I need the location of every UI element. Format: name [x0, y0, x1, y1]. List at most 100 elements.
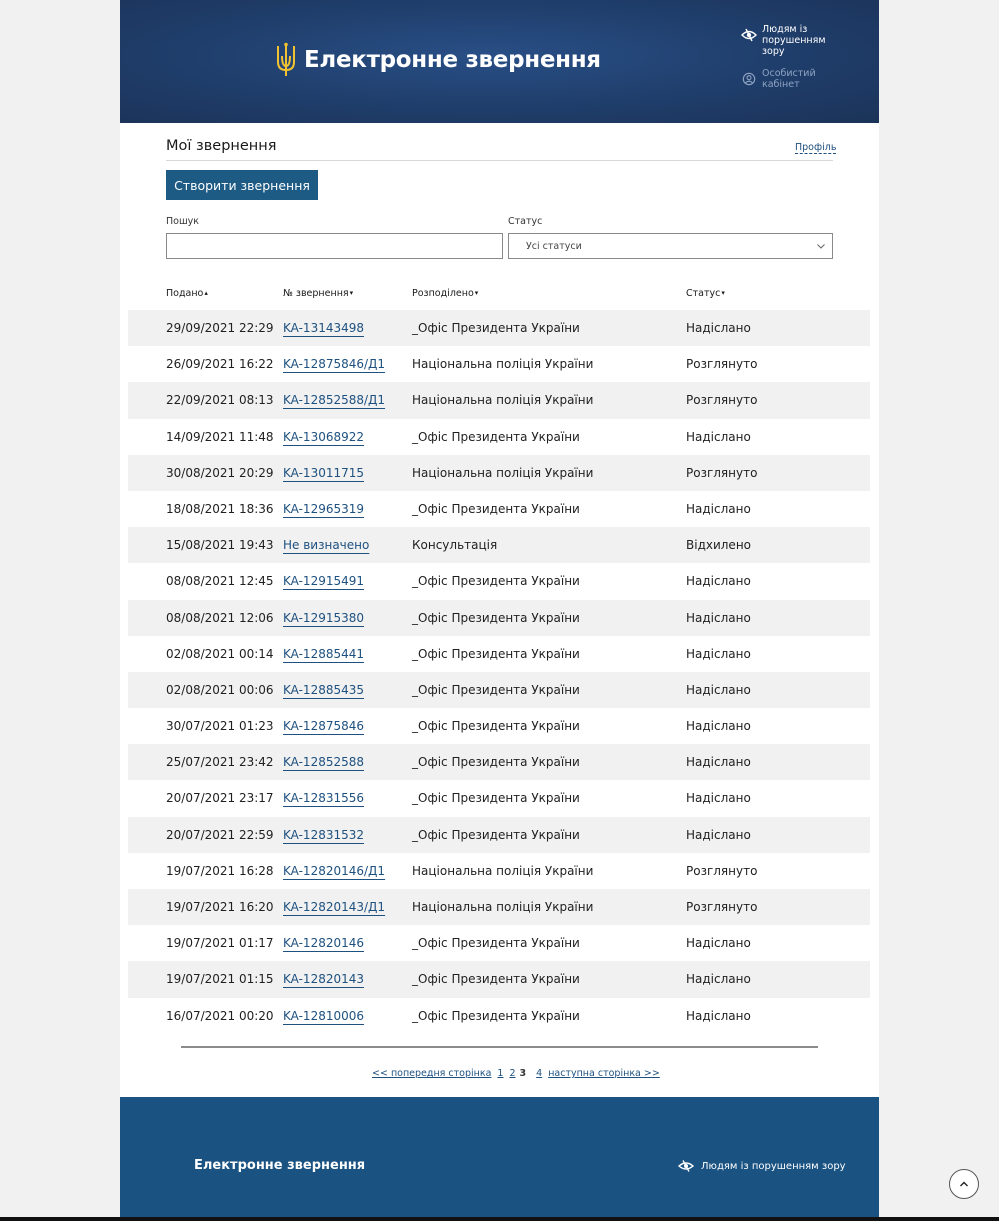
- submitted-date: 14/09/2021 11:48: [166, 429, 274, 444]
- appeal-status: Надіслано: [686, 936, 751, 951]
- table-row: 19/07/2021 16:20 KA-12820143/Д1 Національн…: [128, 889, 870, 926]
- assigned-organization: Консультація: [412, 538, 498, 553]
- assigned-organization: Національна поліція України: [412, 357, 594, 372]
- appeal-status: Надіслано: [686, 501, 751, 516]
- sort-up-icon: ▴: [204, 289, 208, 297]
- submitted-date: 30/08/2021 20:29: [166, 465, 274, 480]
- appeal-number-link[interactable]: KA-12852588/Д1: [283, 382, 385, 418]
- appeal-number-link[interactable]: KA-12885435: [283, 672, 364, 708]
- submitted-date: 20/07/2021 23:17: [166, 791, 274, 806]
- status-select[interactable]: Усі статуси: [508, 233, 833, 259]
- appeal-status: Відхилено: [686, 538, 752, 553]
- assigned-organization: _Офіс Президента України: [412, 574, 580, 589]
- submitted-date: 08/08/2021 12:45: [166, 574, 274, 589]
- appeal-number-link[interactable]: KA-12831556: [283, 780, 364, 816]
- page-title: Мої звернення: [166, 138, 277, 154]
- table-row: 30/07/2021 01:23 KA-12875846 _Офіс Президе…: [128, 708, 870, 744]
- column-header-label: Статус: [686, 288, 721, 299]
- table-row: 02/08/2021 00:14 KA-12885441 _Офіс Президе…: [128, 636, 870, 672]
- appeal-number-link[interactable]: KA-13068922: [283, 419, 364, 455]
- sort-down-icon: ▾: [721, 289, 725, 297]
- create-appeal-button[interactable]: Створити звернення: [166, 170, 318, 200]
- assigned-organization: _Офіс Президента України: [412, 755, 580, 770]
- column-header-label: Розподілено: [412, 288, 474, 299]
- assigned-organization: _Офіс Президента України: [412, 321, 580, 335]
- table-row: 30/08/2021 20:29 KA-13011715 Національна п…: [128, 454, 870, 491]
- page-link-2[interactable]: 2: [509, 1068, 515, 1079]
- bottom-edge: [0, 1217, 999, 1221]
- visually-impaired-label: Людям із порушенням зору: [762, 24, 826, 57]
- visually-impaired-link[interactable]: Людям із порушенням зору: [741, 24, 826, 57]
- appeal-number-link[interactable]: KA-13143498: [283, 310, 364, 346]
- appeal-status: Надіслано: [686, 755, 751, 770]
- appeal-status: Надіслано: [686, 610, 751, 625]
- table-row: 15/08/2021 19:43 Не визначено Консультація…: [128, 527, 870, 564]
- appeal-status: Надіслано: [686, 827, 751, 842]
- assigned-organization: _Офіс Президента України: [412, 610, 580, 625]
- search-label: Пошук: [166, 216, 200, 227]
- site-header: Електронне звернення Людям із порушенням…: [120, 0, 879, 123]
- appeal-number-link[interactable]: KA-12820143/Д1: [283, 889, 385, 925]
- appeal-number-link[interactable]: KA-12875846/Д1: [283, 346, 385, 382]
- site-logo[interactable]: Електронне звернення: [275, 42, 601, 78]
- assigned-organization: _Офіс Президента України: [412, 791, 580, 806]
- submitted-date: 02/08/2021 00:14: [166, 646, 274, 661]
- appeal-number-link[interactable]: KA-13011715: [283, 455, 364, 491]
- current-page: 3: [519, 1068, 527, 1079]
- page-link-1[interactable]: 1: [497, 1068, 503, 1079]
- submitted-date: 22/09/2021 08:13: [166, 393, 274, 408]
- status-label: Статус: [508, 216, 543, 227]
- page-link-4[interactable]: 4: [536, 1068, 542, 1079]
- appeal-number-link[interactable]: KA-12810006: [283, 998, 364, 1034]
- footer-visually-impaired-link[interactable]: Людям із порушенням зору: [678, 1160, 846, 1172]
- scroll-to-top-button[interactable]: [949, 1169, 979, 1199]
- appeal-status: Надіслано: [686, 646, 751, 661]
- appeal-number-link[interactable]: KA-12965319: [283, 491, 364, 527]
- table-row: 20/07/2021 23:17 KA-12831556 _Офіс Президе…: [128, 780, 870, 816]
- assigned-organization: _Офіс Президента України: [412, 827, 580, 842]
- appeal-number-link[interactable]: KA-12820146: [283, 925, 364, 961]
- sort-down-icon: ▾: [349, 289, 354, 297]
- column-header-submitted[interactable]: Подано▴: [166, 288, 208, 299]
- assigned-organization: _Офіс Президента України: [412, 646, 580, 661]
- appeal-number-link[interactable]: KA-12885441: [283, 636, 364, 672]
- column-header-number[interactable]: № звернення▾: [283, 288, 353, 299]
- title-divider: [166, 160, 833, 161]
- profile-link[interactable]: Профіль: [795, 142, 837, 154]
- appeal-number-link[interactable]: KA-12820146/Д1: [283, 853, 385, 889]
- submitted-date: 16/07/2021 00:20: [166, 1008, 274, 1023]
- assigned-organization: _Офіс Президента України: [412, 719, 580, 734]
- assigned-organization: _Офіс Президента України: [412, 972, 580, 987]
- appeal-number-link[interactable]: KA-12915380: [283, 600, 364, 636]
- site-title: Електронне звернення: [304, 47, 601, 73]
- table-row: 02/08/2021 00:06 KA-12885435 _Офіс Президе…: [128, 671, 870, 709]
- column-header-assigned[interactable]: Розподілено▾: [412, 288, 478, 299]
- appeal-status: Надіслано: [686, 682, 751, 697]
- table-row: 08/08/2021 12:45 KA-12915491 _Офіс Президе…: [128, 563, 870, 599]
- appeal-number-link[interactable]: KA-12831532: [283, 817, 364, 853]
- page: Електронне звернення Людям із порушенням…: [120, 0, 879, 1221]
- assigned-organization: Національна поліція України: [412, 393, 594, 408]
- assigned-organization: _Офіс Президента України: [412, 429, 580, 444]
- assigned-organization: Національна поліція України: [412, 863, 594, 878]
- search-input[interactable]: [166, 233, 503, 259]
- appeal-number-link[interactable]: KA-12915491: [283, 563, 364, 599]
- appeal-number-link[interactable]: KA-12852588: [283, 744, 364, 780]
- table-row: 08/08/2021 12:06 KA-12915380 _Офіс Президе…: [128, 599, 870, 636]
- appeal-number-link[interactable]: KA-12875846: [283, 708, 364, 744]
- prev-page-link[interactable]: << попередня сторінка: [372, 1068, 491, 1079]
- column-header-status[interactable]: Статус▾: [686, 288, 725, 299]
- assigned-organization: _Офіс Президента України: [412, 682, 580, 697]
- submitted-date: 20/07/2021 22:59: [166, 827, 274, 842]
- table-row: 29/09/2021 22:29 KA-13143498 _Офіс Президе…: [128, 310, 870, 347]
- next-page-link[interactable]: наступна сторінка >>: [548, 1068, 660, 1079]
- appeal-status: Розглянуто: [686, 900, 758, 914]
- trident-icon: [277, 42, 295, 76]
- footer-visually-impaired-label: Людям із порушенням зору: [701, 1160, 846, 1172]
- personal-cabinet-link[interactable]: Особистий кабінет: [741, 68, 824, 90]
- footer-title[interactable]: Електронне звернення: [194, 1158, 365, 1173]
- appeal-number-link[interactable]: Не визначено: [283, 527, 369, 563]
- appeal-number-link[interactable]: KA-12820143: [283, 961, 364, 997]
- submitted-date: 29/09/2021 22:29: [166, 321, 274, 335]
- appeal-status: Надіслано: [686, 972, 751, 987]
